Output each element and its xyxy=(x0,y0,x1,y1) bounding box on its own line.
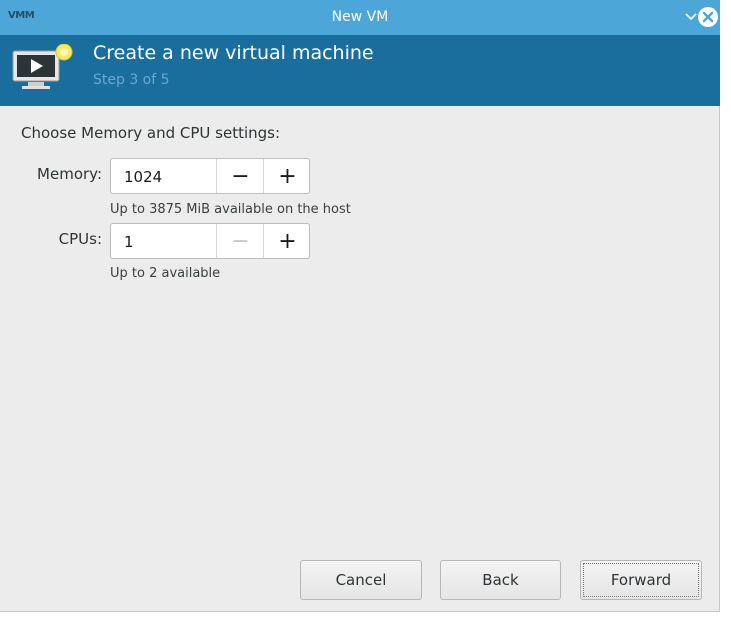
back-button[interactable]: Back xyxy=(440,560,561,600)
forward-button[interactable]: Forward xyxy=(580,560,702,600)
cpus-decrement-button[interactable]: − xyxy=(216,224,264,258)
memory-hint: Up to 3875 MiB available on the host xyxy=(110,202,351,217)
cpus-value[interactable]: 1 xyxy=(124,233,134,251)
cpus-hint: Up to 2 available xyxy=(110,266,221,281)
section-title: Choose Memory and CPU settings: xyxy=(21,124,281,142)
memory-label: Memory: xyxy=(37,165,102,183)
memory-spinbutton[interactable]: 1024 − + xyxy=(110,158,310,194)
wizard-step: Step 3 of 5 xyxy=(93,72,170,88)
window-title: New VM xyxy=(331,9,389,25)
cpus-spinbutton[interactable]: 1 − + xyxy=(110,223,310,259)
memory-value[interactable]: 1024 xyxy=(124,168,162,186)
cpus-label: CPUs: xyxy=(58,230,102,248)
new-vm-window: VMM New VM Create a new virtual machine … xyxy=(0,0,720,612)
cpus-increment-button[interactable]: + xyxy=(263,224,311,258)
close-icon[interactable] xyxy=(697,6,719,28)
cancel-button[interactable]: Cancel xyxy=(300,560,422,600)
wizard-title: Create a new virtual machine xyxy=(93,42,374,64)
vm-monitor-icon xyxy=(12,43,76,94)
memory-decrement-button[interactable]: − xyxy=(216,159,264,193)
memory-increment-button[interactable]: + xyxy=(263,159,311,193)
titlebar[interactable]: VMM New VM xyxy=(0,0,720,35)
